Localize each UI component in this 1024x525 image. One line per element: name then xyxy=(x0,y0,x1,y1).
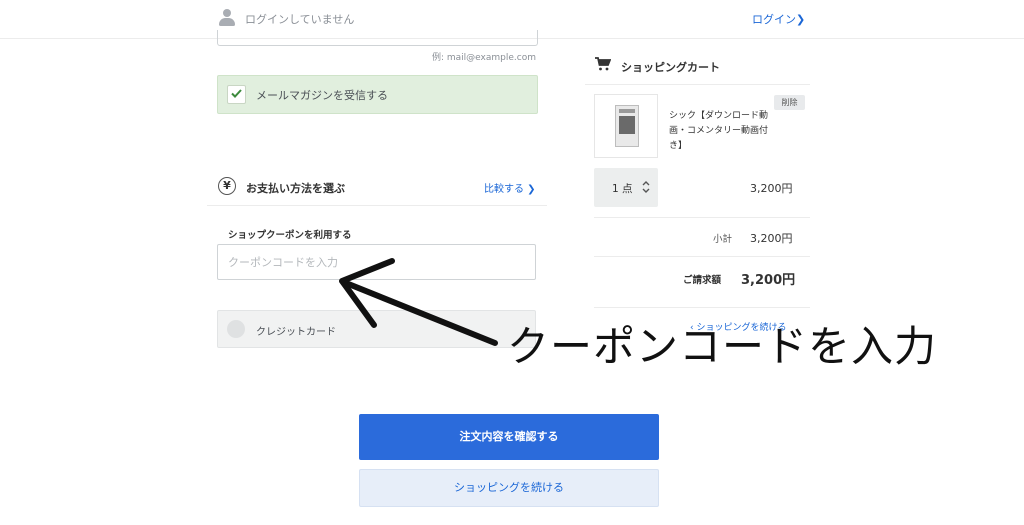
updown-chevron-icon xyxy=(642,180,650,194)
compare-link[interactable]: 比較する ❯ xyxy=(484,180,536,195)
total-value: 3,200円 xyxy=(741,273,796,288)
divider xyxy=(594,256,810,257)
cart-title: ショッピングカート xyxy=(621,61,720,74)
quantity-value: 1 点 xyxy=(612,183,633,195)
user-icon xyxy=(219,9,235,27)
newsletter-label: メールマガジンを受信する xyxy=(256,89,388,102)
confirm-order-button[interactable]: 注文内容を確認する xyxy=(359,414,659,460)
product-thumbnail[interactable] xyxy=(594,94,658,158)
payment-section-title: お支払い方法を選ぶ xyxy=(246,182,345,195)
subtotal-label: 小計 xyxy=(713,234,733,245)
email-example-hint: 例: mail@example.com xyxy=(432,53,536,63)
line-price: 3,200円 xyxy=(750,182,793,195)
delete-button[interactable]: 削除 xyxy=(774,95,805,110)
annotation-text: クーポンコードを入力 xyxy=(507,322,938,371)
newsletter-checkbox[interactable] xyxy=(227,85,246,104)
login-status-text: ログインしていません xyxy=(245,13,355,26)
divider xyxy=(585,84,810,85)
coupon-label: ショップクーポンを利用する xyxy=(228,230,352,241)
login-link[interactable]: ログイン❯ xyxy=(752,11,805,27)
total-label: ご請求額 xyxy=(683,275,722,286)
divider xyxy=(207,205,547,206)
credit-card-radio[interactable] xyxy=(227,320,245,338)
cart-icon xyxy=(595,57,611,71)
check-icon xyxy=(231,89,242,98)
annotation-arrow xyxy=(339,258,498,346)
subtotal-value: 3,200円 xyxy=(750,232,793,245)
continue-shopping-button[interactable]: ショッピングを続ける xyxy=(359,469,659,507)
yen-icon: ¥ xyxy=(218,177,236,195)
divider xyxy=(594,217,810,218)
credit-card-label: クレジットカード xyxy=(256,327,336,338)
email-field[interactable] xyxy=(217,30,538,46)
divider xyxy=(594,307,810,308)
product-name[interactable]: シック【ダウンロード動画・コメンタリー動画付き】 xyxy=(669,109,779,154)
